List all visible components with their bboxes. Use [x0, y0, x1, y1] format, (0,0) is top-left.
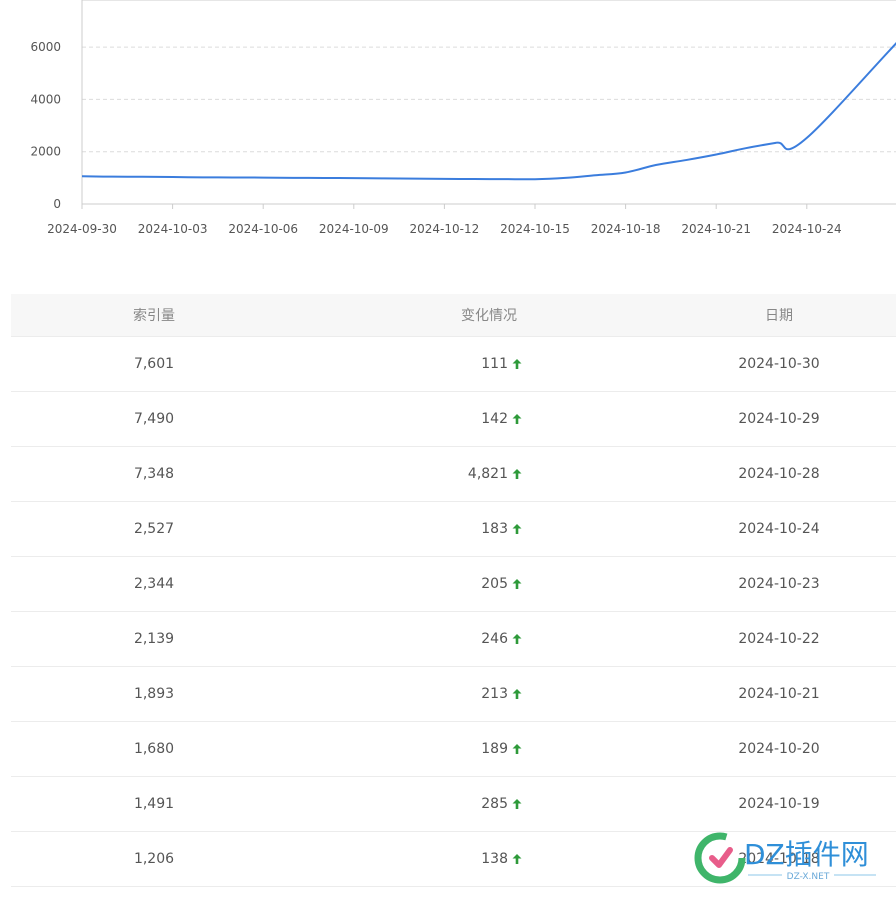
index-trend-chart: 0 2000 4000 6000 2024-09-30 2024-10-03 2024-10…	[0, 0, 896, 250]
up-arrow-icon	[512, 689, 522, 699]
change-wrap: 111	[481, 356, 522, 372]
up-arrow-icon	[512, 799, 522, 809]
date-value: 2024-10-30	[738, 356, 820, 372]
x-tick-label: 2024-10-06	[228, 222, 298, 236]
date-value: 2024-10-28	[738, 466, 820, 482]
table-row: 2,527 183 2024-10-24	[11, 502, 896, 557]
change-wrap: 4,821	[468, 466, 522, 482]
change-cell: 142	[297, 411, 522, 427]
table-row: 2,344 205 2024-10-23	[11, 557, 896, 612]
up-arrow-icon	[512, 414, 522, 424]
up-arrow-icon	[512, 524, 522, 534]
watermark-brand: DZ插件网	[744, 838, 869, 871]
x-tick-label: 2024-10-24	[772, 222, 842, 236]
date-value: 2024-10-23	[738, 576, 820, 592]
x-tick-label: 2024-10-09	[319, 222, 389, 236]
change-wrap: 285	[481, 796, 522, 812]
change-value: 183	[481, 521, 508, 537]
up-arrow-icon	[512, 744, 522, 754]
change-wrap: 138	[481, 851, 522, 867]
up-arrow-icon	[512, 469, 522, 479]
change-cell: 189	[297, 741, 522, 757]
header-date: 日期	[765, 308, 793, 324]
x-tick-label: 2024-10-12	[410, 222, 480, 236]
up-arrow-icon	[512, 634, 522, 644]
series-line	[81, 42, 896, 181]
header-index: 索引量	[133, 308, 175, 324]
change-wrap: 246	[481, 631, 522, 647]
table-row: 7,490 142 2024-10-29	[11, 392, 896, 447]
table-row: 7,601 111 2024-10-30	[11, 337, 896, 392]
change-cell: 138	[297, 851, 522, 867]
change-value: 213	[481, 686, 508, 702]
table-body: 7,601 111 2024-10-30 7,490 142 2024-10-29 7,34…	[11, 337, 896, 887]
date-value: 2024-10-20	[738, 741, 820, 757]
watermark-logo: DZ插件网 DZ-X.NET	[692, 828, 888, 888]
change-value: 142	[481, 411, 508, 427]
change-wrap: 183	[481, 521, 522, 537]
y-tick-label: 4000	[30, 92, 61, 106]
table-row: 1,491 285 2024-10-19	[11, 777, 896, 832]
index-value: 1,680	[133, 741, 175, 757]
change-wrap: 189	[481, 741, 522, 757]
x-tick-label: 2024-09-30	[47, 222, 117, 236]
chart-svg: 0 2000 4000 6000 2024-09-30 2024-10-03 2024-10…	[30, 0, 896, 236]
index-value: 1,893	[133, 686, 175, 702]
index-value: 2,344	[133, 576, 175, 592]
change-value: 205	[481, 576, 508, 592]
watermark-url: DZ-X.NET	[787, 872, 830, 882]
change-cell: 213	[297, 686, 522, 702]
change-cell: 4,821	[297, 466, 522, 482]
table-row: 7,348 4,821 2024-10-28	[11, 447, 896, 502]
date-value: 2024-10-22	[738, 631, 820, 647]
index-table: 索引量 变化情况 日期 7,601 111 2024-10-30 7,490 142 20…	[11, 294, 896, 887]
change-wrap: 205	[481, 576, 522, 592]
change-value: 246	[481, 631, 508, 647]
change-value: 4,821	[467, 466, 508, 482]
header-change: 变化情况	[297, 305, 522, 325]
x-tick-label: 2024-10-21	[681, 222, 751, 236]
change-cell: 111	[297, 356, 522, 372]
header-change-label: 变化情况	[461, 308, 517, 324]
change-cell: 205	[297, 576, 522, 592]
change-value: 111	[481, 356, 508, 372]
x-tick-label: 2024-10-15	[500, 222, 570, 236]
index-value: 7,348	[133, 466, 175, 482]
y-tick-label: 2000	[30, 145, 61, 159]
index-value: 2,139	[133, 631, 175, 647]
date-value: 2024-10-29	[738, 411, 820, 427]
date-value: 2024-10-19	[738, 796, 820, 812]
x-tick-label: 2024-10-18	[591, 222, 661, 236]
change-value: 285	[481, 796, 508, 812]
change-value: 138	[481, 851, 508, 867]
table-header: 索引量 变化情况 日期	[11, 294, 896, 337]
y-tick-label: 0	[53, 197, 61, 211]
change-cell: 285	[297, 796, 522, 812]
change-cell: 183	[297, 521, 522, 537]
up-arrow-icon	[512, 854, 522, 864]
up-arrow-icon	[512, 579, 522, 589]
table-row: 1,893 213 2024-10-21	[11, 667, 896, 722]
index-value: 7,601	[133, 356, 175, 372]
date-value: 2024-10-24	[738, 521, 820, 537]
change-value: 189	[481, 741, 508, 757]
change-wrap: 142	[481, 411, 522, 427]
change-cell: 246	[297, 631, 522, 647]
x-tick-label: 2024-10-03	[138, 222, 208, 236]
table-row: 2,139 246 2024-10-22	[11, 612, 896, 667]
index-value: 1,491	[133, 796, 175, 812]
index-value: 2,527	[133, 521, 175, 537]
up-arrow-icon	[512, 359, 522, 369]
y-tick-label: 6000	[30, 40, 61, 54]
date-value: 2024-10-21	[738, 686, 820, 702]
change-wrap: 213	[481, 686, 522, 702]
table-row: 1,680 189 2024-10-20	[11, 722, 896, 777]
index-value: 1,206	[133, 851, 175, 867]
index-value: 7,490	[133, 411, 175, 427]
